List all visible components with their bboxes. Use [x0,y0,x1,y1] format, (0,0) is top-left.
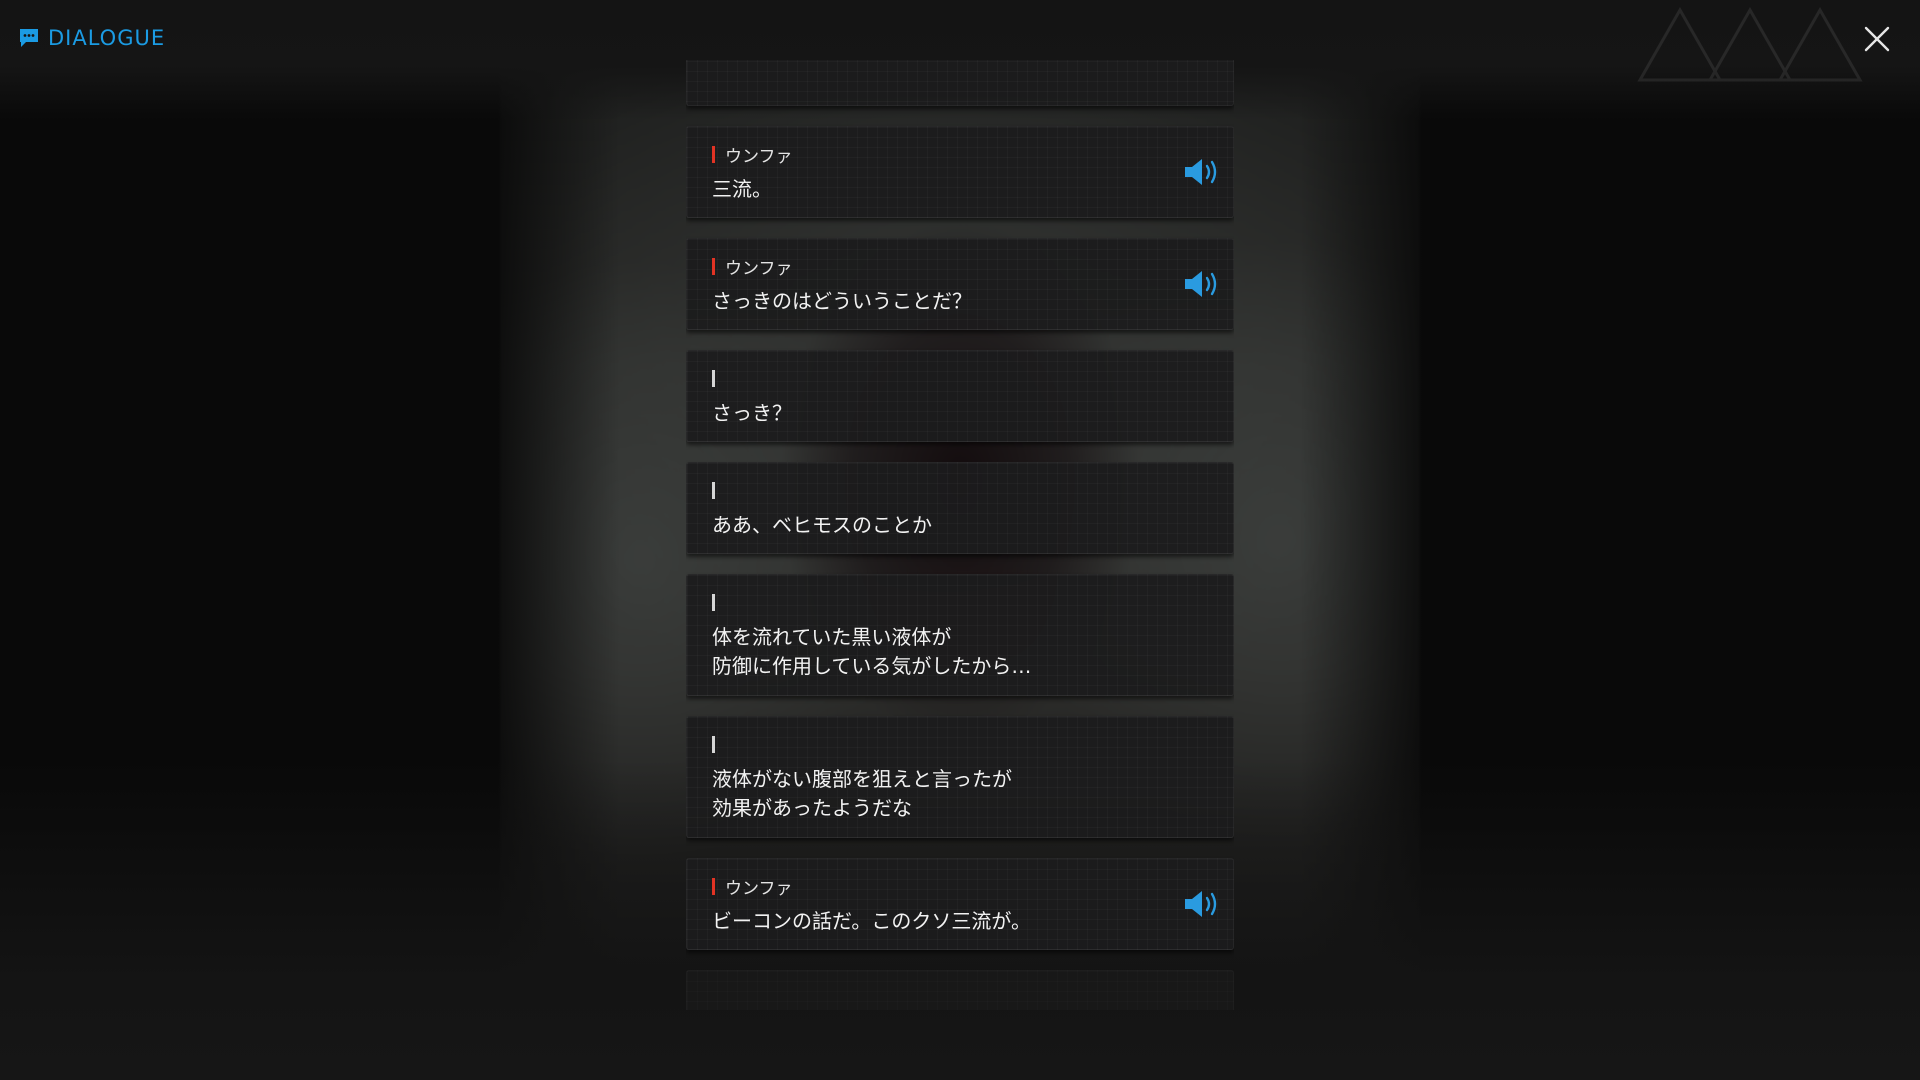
header-title-label: DIALOGUE [48,26,166,50]
dialogue-entry: ウンファ 三流。 [686,126,1234,218]
dialogue-entry: ウンファ さっきのはどういうことだ？ [686,238,1234,330]
play-voice-button[interactable] [1181,267,1221,301]
dialogue-text: さっきのはどういうことだ？ [712,289,972,313]
dialogue-log-screen: DIALOGUE ウンファ 三流。 ウンファ さっきのはどういうことだ？ さっき… [0,0,1920,1080]
speaker-row [712,368,725,388]
speaker-volume-icon [1185,891,1217,917]
speaker-marker [712,877,715,895]
dialogue-log-list[interactable]: ウンファ 三流。 ウンファ さっきのはどういうことだ？ さっき？ ああ、ベヒモス… [686,60,1234,1010]
speaker-row [712,480,725,500]
play-voice-button[interactable] [1181,155,1221,189]
speaker-row: ウンファ [712,876,793,899]
play-voice-button[interactable] [1181,887,1221,921]
dialogue-entry-partial-top [686,60,1234,106]
speaker-volume-icon [1185,271,1217,297]
speaker-marker [712,481,715,499]
dialogue-entry: さっき？ [686,350,1234,442]
dialogue-entry: ああ、ベヒモスのことか [686,462,1234,554]
dialogue-text: さっき？ [712,401,792,425]
close-icon [1864,26,1890,52]
speaker-name: ウンファ [725,146,793,167]
speaker-row [712,734,725,754]
dialogue-entry-partial-bottom [686,970,1234,1010]
speaker-row [712,592,725,612]
header-decoration-pattern [1637,6,1863,82]
speaker-marker [712,369,715,387]
speaker-marker [712,735,715,753]
speaker-row: ウンファ [712,144,793,167]
dialogue-text: ビーコンの話だ。このクソ三流が。 [712,909,1031,933]
dialogue-entry: 体を流れていた黒い液体が 防御に作用している気がしたから… [686,574,1234,696]
speaker-marker [712,593,715,611]
dialogue-text: 体を流れていた黒い液体が 防御に作用している気がしたから… [712,625,1032,678]
dialogue-text: 液体がない腹部を狙えと言ったが 効果があったようだな [712,767,1012,820]
close-button[interactable] [1862,24,1892,54]
speaker-volume-icon [1185,159,1217,185]
dialogue-entry: ウンファ ビーコンの話だ。このクソ三流が。 [686,858,1234,950]
speaker-marker [712,145,715,163]
dialogue-text: 三流。 [712,177,772,201]
dialogue-entry: 液体がない腹部を狙えと言ったが 効果があったようだな [686,716,1234,838]
speaker-name: ウンファ [725,878,793,899]
speaker-marker [712,257,715,275]
dialogue-header: DIALOGUE [18,26,165,50]
dialogue-text: ああ、ベヒモスのことか [712,513,932,537]
speaker-row: ウンファ [712,256,793,279]
chat-bubble-icon [20,29,38,47]
speaker-name: ウンファ [725,258,793,279]
